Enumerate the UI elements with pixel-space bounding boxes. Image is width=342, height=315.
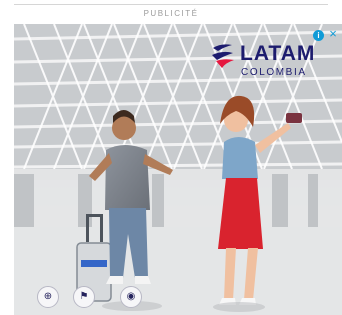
- brand-name: LATAM: [240, 42, 316, 65]
- ad-frame: PUBLICITÉ i × LATAM COLOMBIA ⊕ ⚑ ◉: [0, 0, 342, 315]
- globe-icon: ⊕: [37, 286, 59, 308]
- latam-mark-icon: [212, 44, 234, 68]
- adchoices-icon[interactable]: i: [313, 30, 324, 41]
- latam-banner-ad[interactable]: i × LATAM COLOMBIA ⊕ ⚑ ◉: [14, 24, 342, 315]
- flag-icon: ⚑: [73, 286, 95, 308]
- advertising-label: PUBLICITÉ: [143, 9, 199, 18]
- brand-subtitle: COLOMBIA: [241, 67, 307, 78]
- latam-logo: LATAM COLOMBIA: [210, 42, 334, 82]
- top-divider: [14, 4, 328, 5]
- close-icon[interactable]: ×: [327, 27, 339, 41]
- logo-icon: ◉: [120, 286, 142, 308]
